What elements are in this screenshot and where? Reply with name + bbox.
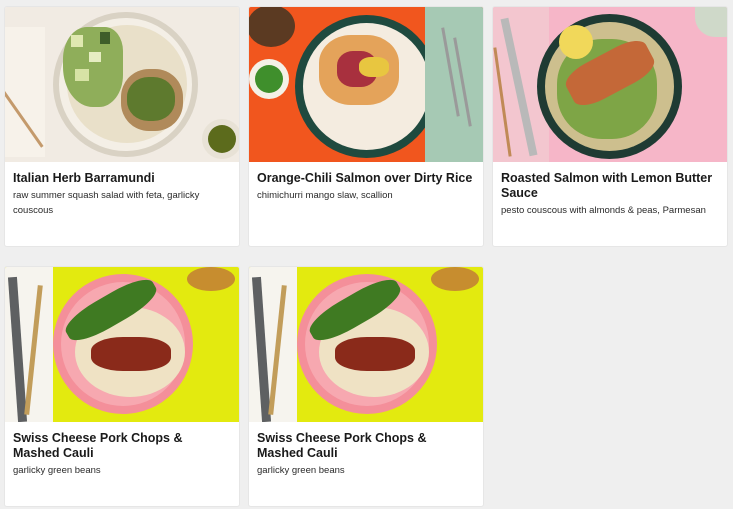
recipe-card[interactable]: Swiss Cheese Pork Chops & Mashed Cauli g… [249,267,483,506]
recipe-title[interactable]: Orange-Chili Salmon over Dirty Rice [257,171,475,186]
recipe-title[interactable]: Swiss Cheese Pork Chops & Mashed Cauli [257,431,475,461]
recipe-title[interactable]: Swiss Cheese Pork Chops & Mashed Cauli [13,431,231,461]
recipe-image [249,267,483,422]
recipe-description: garlicky green beans [257,465,345,476]
recipe-card[interactable]: Italian Herb Barramundi raw summer squas… [5,7,239,246]
recipe-image [493,7,727,162]
recipe-description: pesto couscous with almonds & peas, Parm… [501,205,706,216]
recipe-title[interactable]: Roasted Salmon with Lemon Butter Sauce [501,171,719,201]
recipe-card[interactable]: Orange-Chili Salmon over Dirty Rice chim… [249,7,483,246]
recipe-image [5,267,239,422]
recipe-description: raw summer squash salad with feta, garli… [13,190,200,216]
recipe-image [249,7,483,162]
recipe-card[interactable]: Roasted Salmon with Lemon Butter Sauce p… [493,7,727,246]
recipe-image [5,7,239,162]
recipe-description: chimichurri mango slaw, scallion [257,190,393,201]
recipe-title[interactable]: Italian Herb Barramundi [13,171,231,186]
recipe-card[interactable]: Swiss Cheese Pork Chops & Mashed Cauli g… [5,267,239,506]
recipe-description: garlicky green beans [13,465,101,476]
